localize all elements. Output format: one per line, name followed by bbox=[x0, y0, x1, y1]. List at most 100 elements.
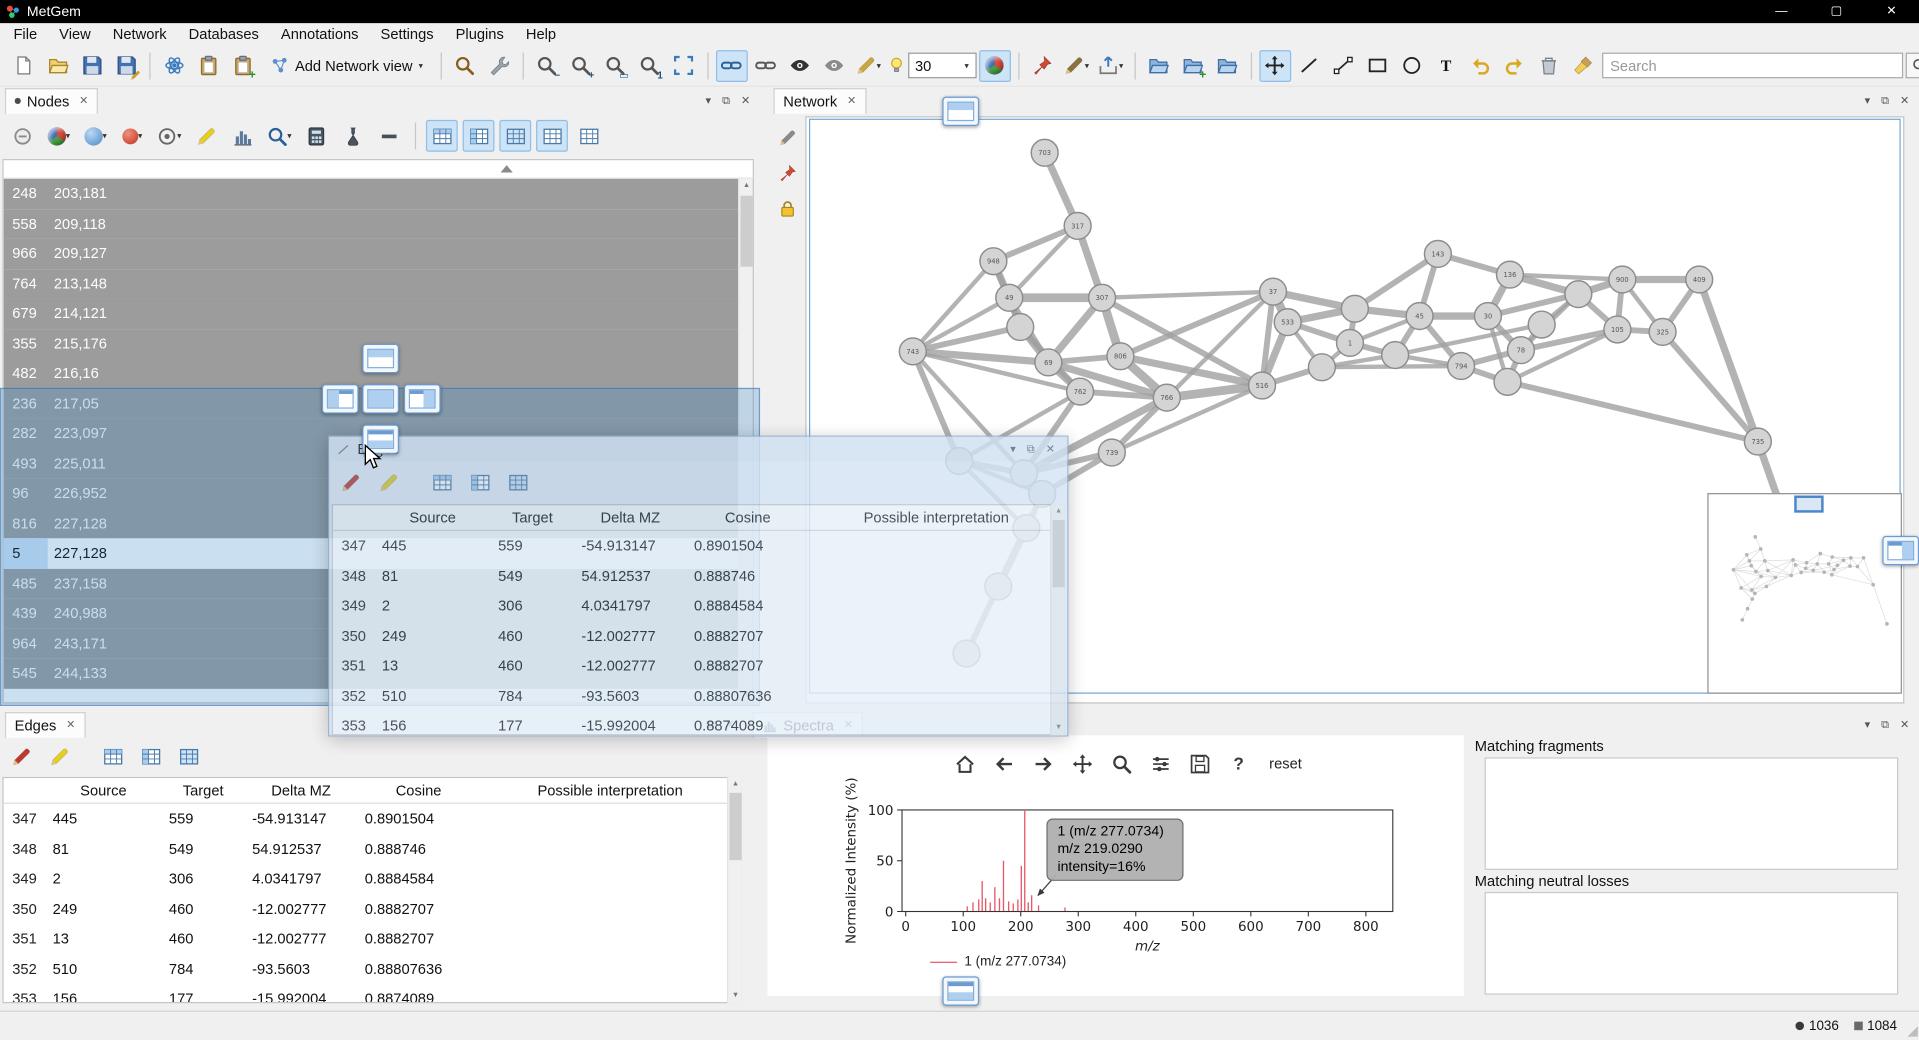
nodes-table-row[interactable]: 558209,118 bbox=[4, 209, 753, 239]
edges-column-header[interactable]: Possible interpretation bbox=[809, 509, 1064, 526]
node-size-select[interactable]: 30 bbox=[908, 53, 977, 79]
node-outline-button[interactable] bbox=[153, 120, 185, 152]
edges-table-row[interactable]: 3488154954.9125370.888746 bbox=[333, 561, 1064, 591]
network-node[interactable] bbox=[1565, 281, 1592, 308]
menu-item-view[interactable]: View bbox=[48, 24, 102, 44]
label-color-button[interactable] bbox=[853, 50, 885, 82]
nodes-row-header[interactable]: 482 bbox=[4, 358, 48, 388]
plot-back-button[interactable] bbox=[990, 750, 1017, 777]
nodes-row-header[interactable]: 816 bbox=[4, 508, 48, 538]
menu-item-help[interactable]: Help bbox=[515, 24, 567, 44]
plot-pan-button[interactable] bbox=[1068, 750, 1095, 777]
view-database-button[interactable] bbox=[1211, 50, 1243, 82]
plot-reset-button[interactable]: reset bbox=[1264, 752, 1306, 774]
dock-float-button[interactable] bbox=[1881, 94, 1889, 107]
table-view-col-button[interactable] bbox=[463, 120, 495, 152]
resize-grip[interactable] bbox=[1907, 1023, 1917, 1039]
edges-scrollbar[interactable] bbox=[727, 777, 742, 1003]
network-node[interactable] bbox=[1308, 354, 1335, 381]
nodes-table-row[interactable]: 764213,148 bbox=[4, 269, 753, 299]
dock-indicator-top-edge[interactable] bbox=[942, 97, 979, 126]
nodes-row-header[interactable]: 764 bbox=[4, 269, 48, 299]
node-ring-color-button[interactable] bbox=[80, 120, 112, 152]
render-sphere-button[interactable] bbox=[979, 50, 1011, 82]
highlight-edges-button[interactable] bbox=[43, 740, 75, 772]
zoom-fit-button[interactable]: ▭ bbox=[599, 50, 631, 82]
network-node[interactable]: 794 bbox=[1448, 353, 1475, 380]
dock-menu-button[interactable] bbox=[706, 94, 712, 107]
maximize-button[interactable] bbox=[1809, 0, 1864, 23]
scroll-thumb[interactable] bbox=[1053, 520, 1065, 587]
nodes-row-header[interactable]: 355 bbox=[4, 329, 48, 359]
nodes-table-row[interactable]: 966209,127 bbox=[4, 239, 753, 269]
network-node[interactable]: 105 bbox=[1604, 316, 1631, 343]
dock-close-button[interactable] bbox=[1900, 94, 1909, 107]
edges-table-row[interactable]: 350249460-12.0027770.8882707 bbox=[4, 894, 741, 924]
network-node[interactable]: 143 bbox=[1424, 241, 1451, 268]
edges-column-header[interactable]: Target bbox=[162, 782, 245, 799]
nodes-row-header[interactable]: 5 bbox=[4, 538, 48, 568]
new-project-button[interactable] bbox=[7, 50, 39, 82]
table-view-all-button[interactable] bbox=[499, 120, 531, 152]
table-view-all-button[interactable] bbox=[173, 740, 205, 772]
save-as-button[interactable] bbox=[110, 50, 142, 82]
nodes-row-header[interactable]: 493 bbox=[4, 448, 48, 478]
nodes-table-header[interactable] bbox=[4, 160, 753, 178]
search-button[interactable] bbox=[1905, 53, 1919, 79]
add-database-button[interactable]: + bbox=[1177, 50, 1209, 82]
network-edge[interactable] bbox=[1102, 292, 1273, 298]
edges-column-header[interactable]: Cosine bbox=[687, 509, 809, 526]
node-color-button[interactable] bbox=[43, 120, 75, 152]
table-view-col-button[interactable] bbox=[464, 466, 496, 498]
node-fill-color-button[interactable] bbox=[116, 120, 148, 152]
network-node[interactable]: 900 bbox=[1609, 266, 1636, 293]
network-node[interactable] bbox=[1007, 314, 1034, 341]
import-group-mapping-button[interactable]: + bbox=[226, 50, 258, 82]
formula-button[interactable] bbox=[300, 120, 332, 152]
edges-column-header[interactable]: Delta MZ bbox=[245, 782, 358, 799]
nodes-row-header[interactable]: 485 bbox=[4, 568, 48, 598]
close-icon[interactable] bbox=[79, 94, 88, 107]
dock-indicator-center[interactable] bbox=[362, 384, 399, 413]
edges-table-row[interactable]: 347445559-54.9131470.8901504 bbox=[4, 804, 741, 834]
plot-zoom-button[interactable] bbox=[1108, 750, 1135, 777]
network-node[interactable] bbox=[1382, 342, 1409, 369]
dock-indicator-right-edge[interactable] bbox=[1882, 536, 1919, 565]
close-icon[interactable] bbox=[847, 94, 856, 107]
edges-table-row[interactable]: 352510784-93.56030.88807636 bbox=[333, 681, 1064, 711]
save-project-button[interactable] bbox=[76, 50, 108, 82]
network-node[interactable]: 325 bbox=[1649, 318, 1676, 345]
nodes-table-row[interactable]: 679214,121 bbox=[4, 299, 753, 329]
nodes-table-row[interactable]: 248203,181 bbox=[4, 179, 753, 209]
edges-tab[interactable]: Edges bbox=[5, 711, 85, 737]
unlink-views-button[interactable] bbox=[750, 50, 782, 82]
minimap[interactable] bbox=[1707, 493, 1902, 694]
add-network-view-button[interactable]: Add Network view bbox=[261, 51, 433, 79]
edges-table-row[interactable]: 350249460-12.0027770.8882707 bbox=[333, 621, 1064, 651]
edges-table-row[interactable]: 35113460-12.0027770.8882707 bbox=[4, 924, 741, 954]
edges-table-row[interactable]: 353156177-15.9920040.8874089 bbox=[333, 711, 1064, 735]
close-icon[interactable] bbox=[66, 718, 75, 731]
nodes-row-header[interactable]: 248 bbox=[4, 179, 48, 209]
scroll-up-button[interactable] bbox=[728, 777, 743, 792]
highlight-nodes-button[interactable] bbox=[190, 120, 222, 152]
draw-ellipse-button[interactable] bbox=[1396, 50, 1428, 82]
network-node[interactable]: 45 bbox=[1406, 303, 1433, 330]
annotate-pencil-button[interactable] bbox=[774, 124, 801, 151]
network-edge[interactable] bbox=[1009, 226, 1077, 298]
edges-table-row[interactable]: 3488154954.9125370.888746 bbox=[4, 834, 741, 864]
network-node[interactable]: 739 bbox=[1098, 439, 1125, 466]
export-image-button[interactable] bbox=[1095, 50, 1127, 82]
table-view-row-button[interactable] bbox=[426, 466, 458, 498]
nodes-row-header[interactable]: 236 bbox=[4, 388, 48, 418]
scroll-down-button[interactable] bbox=[728, 989, 743, 1004]
histogram-button[interactable] bbox=[226, 120, 258, 152]
import-metadata-button[interactable] bbox=[192, 50, 224, 82]
edit-edges-button[interactable] bbox=[5, 740, 37, 772]
plot-save-button[interactable] bbox=[1186, 750, 1213, 777]
lock-button[interactable] bbox=[774, 195, 801, 222]
network-tab[interactable]: Network bbox=[774, 87, 866, 113]
network-node[interactable]: 762 bbox=[1067, 378, 1094, 405]
edges-column-header[interactable]: Target bbox=[491, 509, 574, 526]
nodes-row-header[interactable]: 966 bbox=[4, 239, 48, 269]
